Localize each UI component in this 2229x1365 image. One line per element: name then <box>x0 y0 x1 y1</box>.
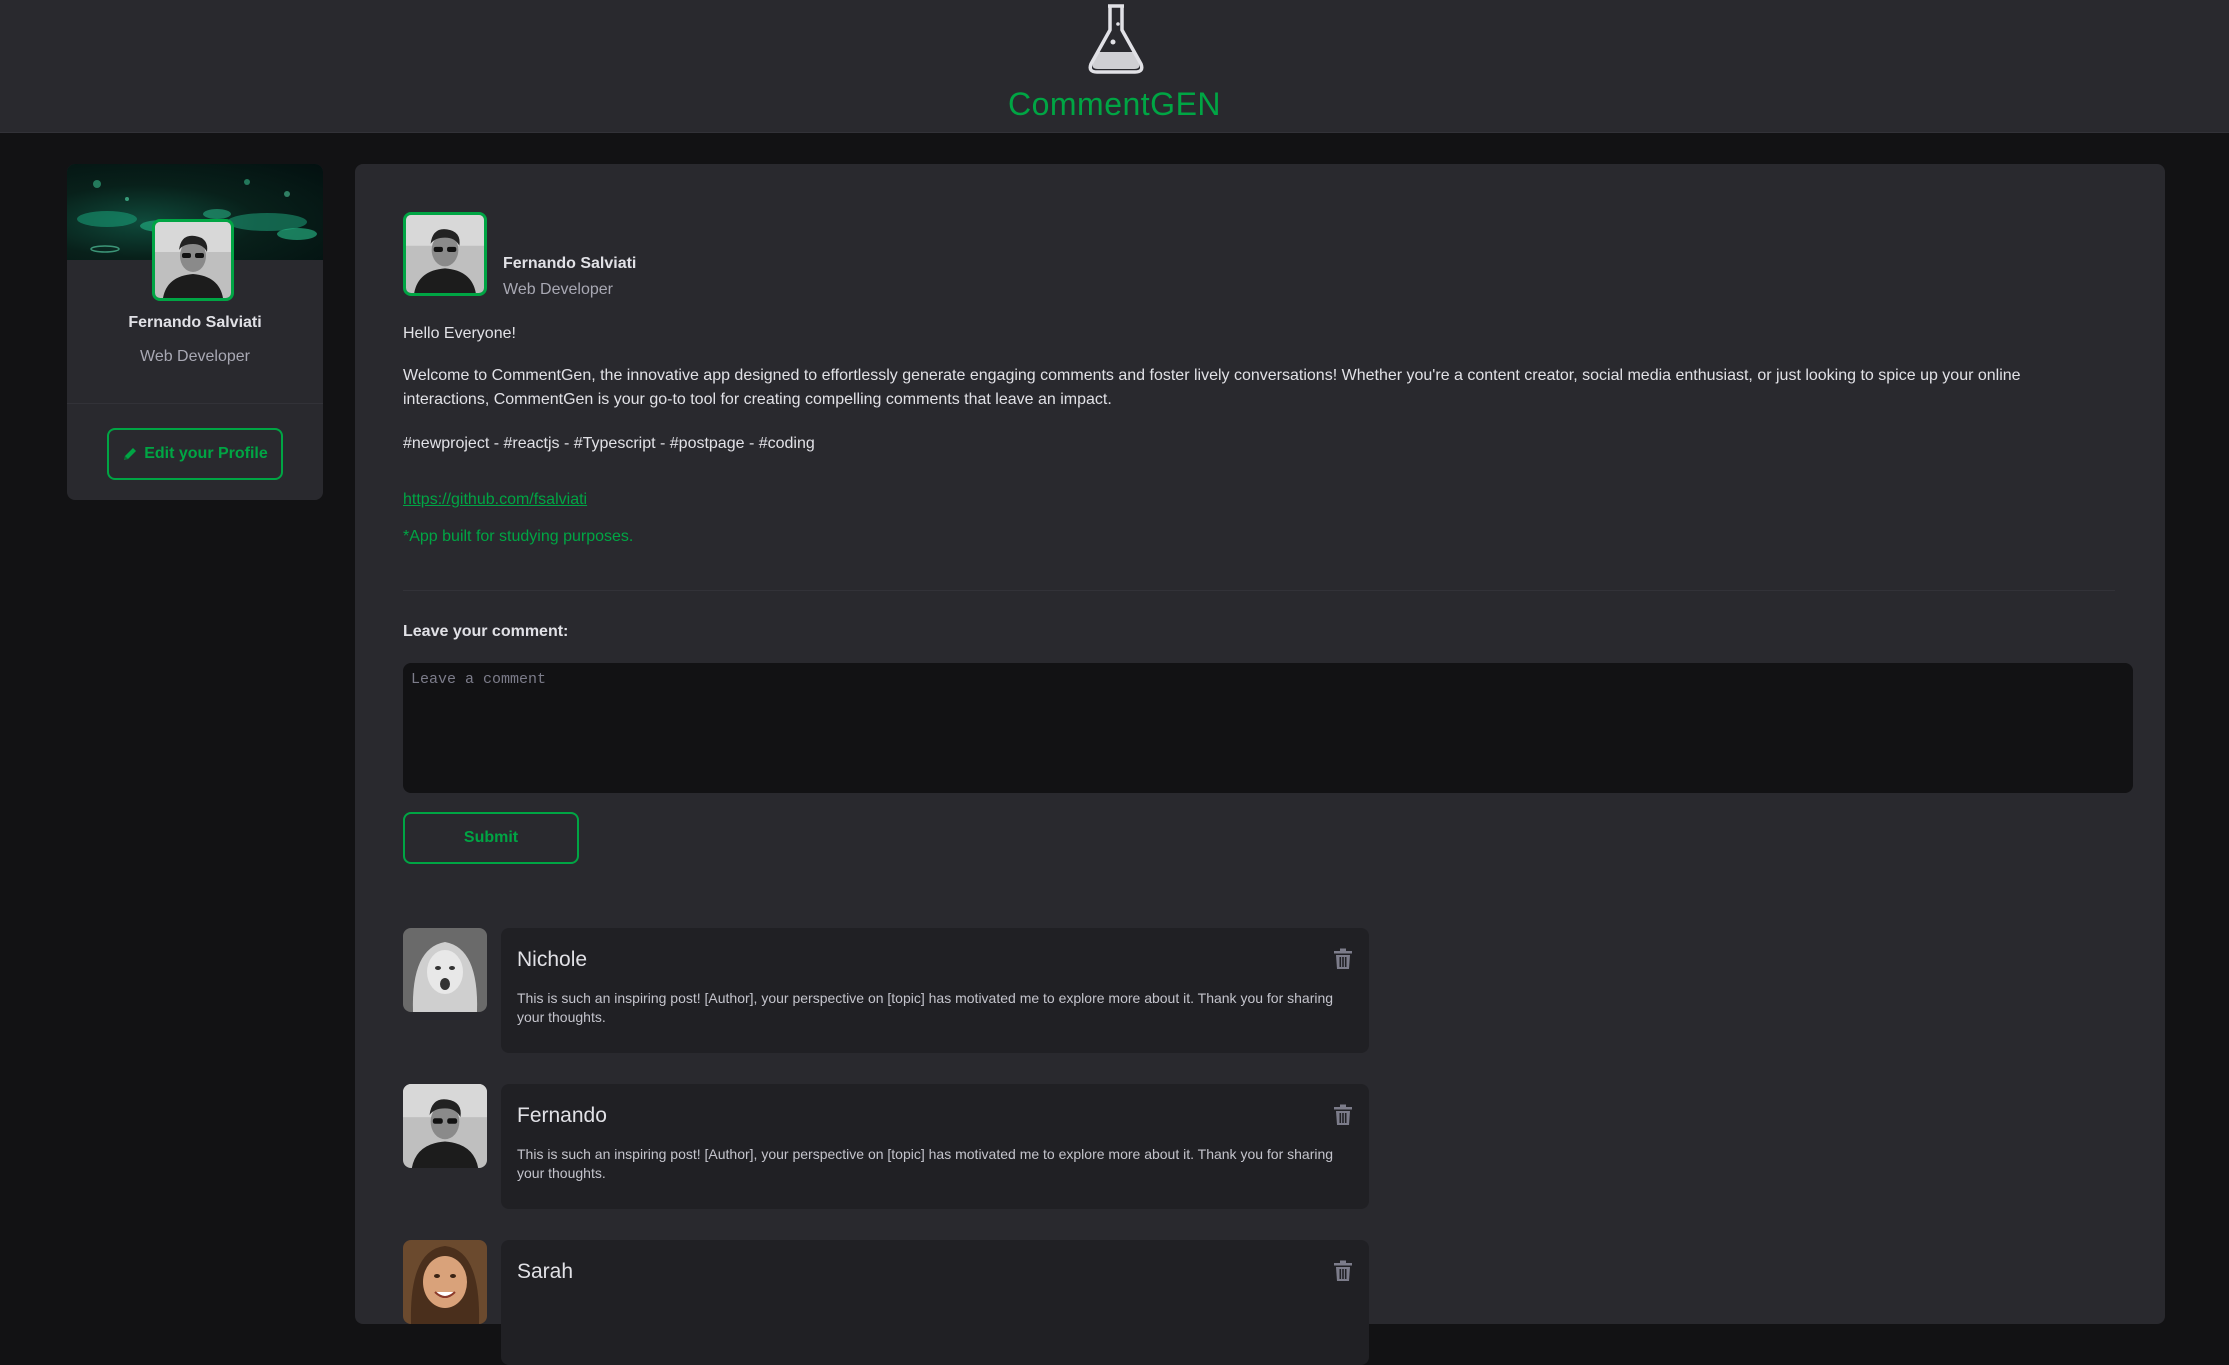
submit-button[interactable]: Submit <box>403 812 579 864</box>
commenter-avatar <box>403 1084 487 1168</box>
trash-icon[interactable] <box>1333 948 1353 970</box>
post-card: Fernando Salviati Web Developer Hello Ev… <box>355 164 2165 1365</box>
pencil-icon <box>124 448 137 460</box>
commenter-avatar <box>403 1240 487 1324</box>
sidebar-user-name: Fernando Salviati <box>128 314 262 331</box>
app-header: CommentGEN <box>0 0 2229 133</box>
comment-form-label: Leave your comment: <box>403 623 569 640</box>
comment-text: This is such an inspiring post! [Author]… <box>517 990 1334 1025</box>
profile-sidebar: Fernando Salviati Web Developer Edit you… <box>67 164 323 500</box>
post-divider <box>403 590 2115 591</box>
commenter-name: Nichole <box>517 948 588 971</box>
trash-icon[interactable] <box>1333 1260 1353 1282</box>
comment-item: Sarah <box>403 1240 1369 1365</box>
post-note: *App built for studying purposes. <box>403 528 634 545</box>
comment-item: Fernando This is such an inspiring post!… <box>403 1084 1369 1209</box>
sidebar-divider <box>67 403 323 404</box>
comment-box: Sarah <box>501 1240 1369 1365</box>
app-title: CommentGEN <box>1007 86 1222 122</box>
comment-box: Fernando This is such an inspiring post!… <box>501 1084 1369 1209</box>
comment-text: This is such an inspiring post! [Author]… <box>517 1146 1334 1181</box>
commenter-name: Sarah <box>517 1260 574 1283</box>
post-author-avatar[interactable] <box>403 212 487 296</box>
post-greeting: Hello Everyone! <box>403 325 516 342</box>
post-author-role: Web Developer <box>503 281 613 298</box>
edit-profile-label: Edit your Profile <box>144 445 268 462</box>
commenter-name: Fernando <box>517 1104 607 1127</box>
github-link[interactable]: https://github.com/fsalviati <box>403 491 587 508</box>
commenter-avatar <box>403 928 487 1012</box>
post-hashtags: #newproject - #reactjs - #Typescript - #… <box>403 435 815 452</box>
comment-item: Nichole This is such an inspiring post! … <box>403 928 1369 1053</box>
edit-profile-button[interactable]: Edit your Profile <box>107 428 283 480</box>
post-author-name: Fernando Salviati <box>503 255 637 272</box>
post-body: Welcome to CommentGen, the innovative ap… <box>403 367 2021 408</box>
flask-icon <box>1088 4 1144 74</box>
comment-input[interactable] <box>403 663 2133 793</box>
comment-box: Nichole This is such an inspiring post! … <box>501 928 1369 1053</box>
trash-icon[interactable] <box>1333 1104 1353 1126</box>
sidebar-avatar[interactable] <box>152 219 234 301</box>
sidebar-user-role: Web Developer <box>140 348 250 365</box>
